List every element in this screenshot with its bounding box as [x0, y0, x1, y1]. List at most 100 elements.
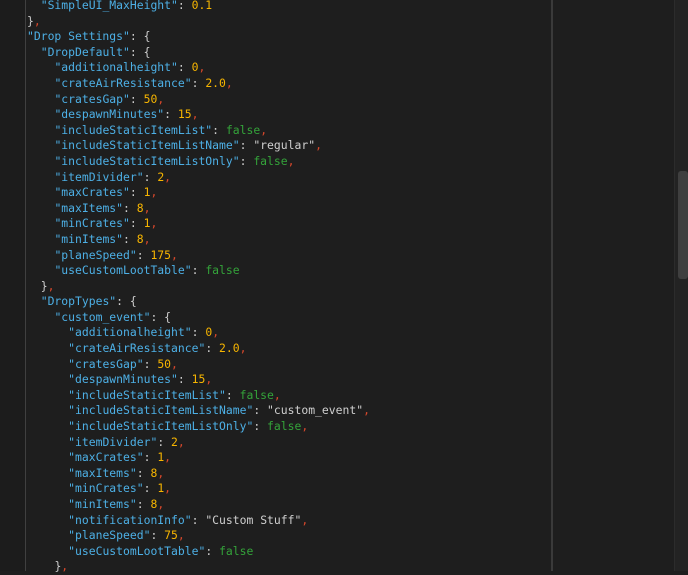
token-punc: } — [40, 278, 48, 293]
token-key: "cratesGap" — [68, 356, 144, 371]
code-line[interactable]: "includeStaticItemList": false, — [27, 123, 547, 139]
code-line[interactable]: "Drop Settings": { — [27, 29, 547, 45]
token-colon: : — [129, 29, 144, 44]
code-line[interactable]: "notificationInfo": "Custom Stuff", — [27, 513, 547, 529]
code-editor[interactable]: "SimpleUI_MaxHeight": 0.1}, "Drop Setting… — [0, 0, 688, 573]
token-comma: , — [225, 75, 233, 90]
token-comma: , — [177, 528, 185, 543]
code-line[interactable]: "includeStaticItemListName": "regular", — [27, 138, 547, 154]
token-comma: , — [157, 497, 165, 511]
code-line[interactable]: "DropTypes": { — [27, 294, 547, 310]
token-num: 8 — [136, 200, 144, 215]
token-colon: : — [143, 169, 158, 184]
token-num: 175 — [150, 247, 172, 262]
token-colon: : — [150, 309, 165, 324]
code-line[interactable]: "maxItems": 8, — [27, 466, 547, 482]
token-comma: , — [164, 169, 172, 184]
token-comma: , — [315, 138, 322, 153]
token-colon: : — [205, 543, 220, 558]
code-line[interactable]: "minCrates": 1, — [27, 216, 547, 232]
token-comma: , — [150, 216, 158, 231]
code-line[interactable]: "crateAirResistance": 2.0, — [27, 341, 547, 357]
code-area[interactable]: "SimpleUI_MaxHeight": 0.1}, "Drop Setting… — [27, 0, 547, 575]
token-str: "Custom Stuff" — [205, 512, 302, 527]
code-line[interactable]: "despawnMinutes": 15, — [27, 372, 547, 388]
token-key: "crateAirResistance" — [68, 341, 206, 356]
code-line[interactable]: "includeStaticItemListOnly": false, — [27, 154, 547, 170]
token-colon: : — [116, 294, 130, 309]
code-line[interactable]: "SimpleUI_MaxHeight": 0.1 — [27, 0, 547, 14]
code-line[interactable]: "DropDefault": { — [27, 45, 547, 61]
code-line[interactable]: "crateAirResistance": 2.0, — [27, 76, 547, 92]
code-line[interactable]: "custom_event": { — [27, 310, 547, 326]
token-colon: : — [129, 216, 144, 231]
code-line[interactable]: "planeSpeed": 75, — [27, 528, 547, 544]
code-line[interactable]: "additionalheight": 0, — [27, 60, 547, 76]
token-comma: , — [143, 200, 151, 215]
vertical-scrollbar-thumb[interactable] — [678, 171, 688, 279]
token-key: "includeStaticItemListName" — [68, 403, 254, 418]
token-comma: , — [47, 278, 55, 293]
token-key: "planeSpeed" — [54, 247, 137, 262]
token-key: "maxCrates" — [68, 450, 144, 465]
token-colon: : — [129, 185, 144, 200]
token-colon: : — [136, 247, 151, 262]
code-line[interactable]: "despawnMinutes": 15, — [27, 107, 547, 123]
code-line[interactable]: "maxCrates": 1, — [27, 185, 547, 201]
token-comma: , — [171, 356, 178, 371]
token-comma: , — [33, 13, 41, 28]
code-line[interactable]: "includeStaticItemList": false, — [27, 388, 547, 404]
token-comma: , — [287, 153, 295, 168]
code-line[interactable]: "cratesGap": 50, — [27, 92, 547, 108]
code-line[interactable]: "maxItems": 8, — [27, 201, 547, 217]
token-comma: , — [157, 91, 165, 106]
token-comma: , — [164, 450, 172, 465]
code-line[interactable]: "minItems": 8, — [27, 497, 547, 513]
token-bool: false — [267, 419, 302, 434]
code-line[interactable]: "cratesGap": 50, — [27, 357, 547, 373]
token-comma: , — [301, 419, 309, 434]
token-punc: { — [143, 44, 151, 59]
code-line[interactable]: "minItems": 8, — [27, 232, 547, 248]
code-line[interactable]: "includeStaticItemListOnly": false, — [27, 419, 547, 435]
code-line[interactable]: "itemDivider": 2, — [27, 170, 547, 186]
code-line[interactable]: "includeStaticItemListName": "custom_eve… — [27, 403, 547, 419]
token-key: "custom_event" — [54, 309, 151, 324]
token-punc: { — [164, 309, 172, 324]
token-comma: , — [260, 122, 268, 137]
vertical-scrollbar-track[interactable] — [674, 0, 688, 571]
token-key: "additionalheight" — [68, 325, 192, 340]
code-line[interactable]: "useCustomLootTable": false — [27, 544, 547, 560]
token-colon: : — [143, 356, 158, 371]
code-line[interactable]: "useCustomLootTable": false — [27, 263, 547, 279]
code-line[interactable]: "minCrates": 1, — [27, 481, 547, 497]
token-comma: , — [157, 465, 165, 480]
token-punc: { — [143, 29, 151, 44]
token-key: "planeSpeed" — [68, 528, 151, 543]
token-comma: , — [143, 231, 151, 246]
code-line[interactable]: "additionalheight": 0, — [27, 325, 547, 341]
code-line[interactable]: "itemDivider": 2, — [27, 435, 547, 451]
token-num: 50 — [143, 91, 158, 106]
token-num: 2.0 — [219, 341, 240, 356]
token-str: "regular" — [253, 138, 316, 153]
token-key: "includeStaticItemList" — [54, 122, 213, 137]
code-line[interactable]: "maxCrates": 1, — [27, 450, 547, 466]
code-line[interactable]: }, — [27, 14, 547, 30]
token-colon: : — [129, 44, 144, 59]
code-line[interactable]: "planeSpeed": 175, — [27, 248, 547, 264]
code-line[interactable]: }, — [27, 559, 547, 575]
code-line[interactable]: }, — [27, 279, 547, 295]
